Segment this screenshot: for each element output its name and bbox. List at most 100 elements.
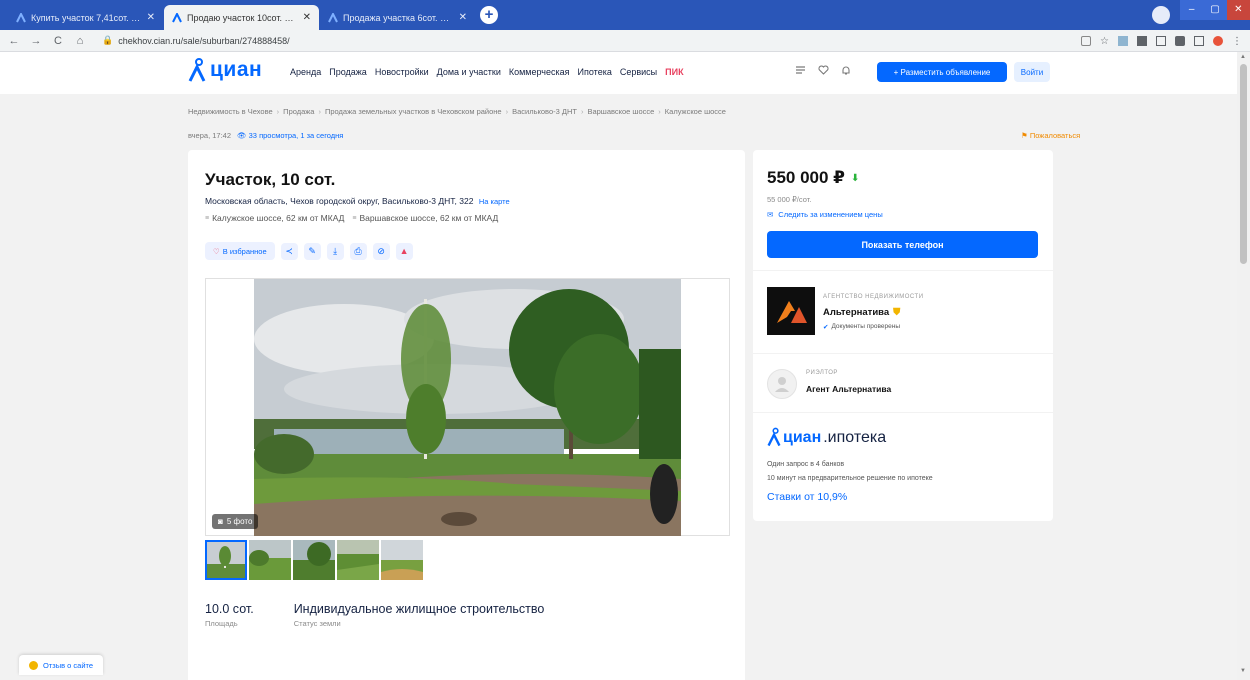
nav-item-new[interactable]: Новостройки [375, 67, 429, 77]
extension-icon[interactable] [1137, 35, 1147, 46]
fact-value: 10.0 сот. [205, 602, 254, 616]
cian-mortgage-logo[interactable]: циан .ипотека [767, 427, 886, 447]
edit-icon[interactable]: ✎ [303, 242, 321, 260]
thumbnail[interactable] [249, 540, 291, 580]
realtor-name[interactable]: Агент Альтернатива [806, 384, 891, 394]
browser-tabbar: Купить участок 7,41сот. Москов ✕ Продаю … [0, 0, 1250, 30]
pdf-icon[interactable]: ▲ [395, 242, 413, 260]
close-tab-icon[interactable]: ✕ [147, 12, 155, 23]
realtor-avatar[interactable] [767, 369, 797, 399]
breadcrumb-item[interactable]: Недвижимость в Чехове [188, 107, 273, 116]
place-ad-button[interactable]: + Разместить объявление [877, 62, 1007, 82]
views-text: 33 просмотра, 1 за сегодня [248, 131, 344, 140]
share-icon[interactable] [1081, 35, 1092, 46]
scroll-up-icon[interactable]: ▲ [1240, 54, 1246, 60]
price-card: 550 000 ₽ ⬇ 55 000 ₽/сот. ✉ Следить за и… [753, 150, 1053, 270]
lock-icon: 🔒 [102, 35, 114, 45]
nav-item-mortgage[interactable]: Ипотека [578, 67, 612, 77]
agency-card: АГЕНТСТВО НЕДВИЖИМОСТИ Альтернатива ⛊ ✔ … [753, 271, 1053, 353]
publish-date: вчера, 17:42 [188, 131, 232, 140]
back-icon[interactable]: ← [8, 35, 20, 47]
address-bar[interactable]: 🔒 chekhov.cian.ru/sale/suburban/27488845… [102, 35, 290, 46]
breadcrumb-item[interactable]: Продажа [283, 107, 314, 116]
hide-icon[interactable]: ⊘ [372, 242, 390, 260]
extension-icon[interactable] [1213, 35, 1223, 46]
breadcrumb-item[interactable]: Калужское шоссе [665, 107, 726, 116]
extension-icon[interactable] [1156, 35, 1166, 46]
main-photo[interactable] [254, 279, 681, 536]
photo-gallery[interactable]: ◙ 5 фото [205, 278, 730, 536]
on-map-link[interactable]: На карте [479, 197, 510, 206]
close-window-icon[interactable]: ✕ [1226, 0, 1250, 20]
breadcrumb-separator: › [580, 107, 584, 116]
cian-logo[interactable]: циан [188, 58, 262, 82]
browser-tab-2[interactable]: Продаю участок 10сот. Москов ✕ [164, 5, 319, 30]
listing-actions: ♡ В избранное ≺ ✎ ⤓ ⎙ ⊘ ▲ [205, 242, 413, 260]
verified-icon: ✔ [823, 324, 829, 331]
maximize-icon[interactable]: ▢ [1203, 0, 1226, 20]
minimize-icon[interactable]: – [1180, 0, 1203, 20]
complain-link[interactable]: ⚑ Пожаловаться [1021, 131, 1080, 140]
puzzle-icon[interactable] [1175, 35, 1185, 46]
agency-name-row[interactable]: Альтернатива ⛊ [823, 307, 900, 318]
favorite-label: В избранное [222, 246, 267, 256]
price-down-icon[interactable]: ⬇ [851, 173, 859, 184]
documents-verified: ✔ Документы проверены [823, 323, 900, 331]
scroll-down-icon[interactable]: ▼ [1240, 668, 1246, 674]
nav-item-pik[interactable]: ПИК [665, 67, 683, 77]
bell-icon[interactable] [841, 65, 851, 75]
nav-item-rent[interactable]: Аренда [290, 67, 321, 77]
heart-icon[interactable] [818, 65, 829, 75]
extension-icon[interactable] [1118, 35, 1128, 46]
reload-icon[interactable]: C [52, 35, 64, 47]
watch-price-link[interactable]: ✉ Следить за изменением цены [767, 210, 883, 219]
browser-tab-1[interactable]: Купить участок 7,41сот. Москов ✕ [8, 5, 163, 30]
share-icon[interactable]: ≺ [280, 242, 298, 260]
photo-count-badge[interactable]: ◙ 5 фото [212, 514, 259, 529]
window-controls: – ▢ ✕ [1180, 0, 1250, 20]
breadcrumb-separator: › [276, 107, 280, 116]
show-phone-button[interactable]: Показать телефон [767, 231, 1038, 258]
home-icon[interactable]: ⌂ [74, 35, 86, 47]
breadcrumb-item[interactable]: Васильково-3 ДНТ [512, 107, 577, 116]
tab-title: Купить участок 7,41сот. Москов [31, 12, 142, 23]
login-button[interactable]: Войти [1014, 62, 1050, 82]
thumbnail-image [381, 540, 423, 580]
thumbnail[interactable] [293, 540, 335, 580]
nav-item-commercial[interactable]: Коммерческая [509, 67, 570, 77]
download-icon[interactable]: ⤓ [326, 242, 344, 260]
views-link[interactable]: 👁 33 просмотра, 1 за сегодня [237, 131, 343, 140]
page-scrollbar[interactable]: ▲ ▼ [1237, 52, 1250, 680]
feedback-button[interactable]: Отзыв о сайте [19, 655, 104, 675]
breadcrumb-item[interactable]: Варшавское шоссе [587, 107, 654, 116]
highway-text: Варшавское шоссе, 62 км от МКАД [359, 213, 499, 223]
breadcrumb-item[interactable]: Продажа земельных участков в Чеховском р… [325, 107, 502, 116]
add-to-favorites-button[interactable]: ♡ В избранное [205, 242, 275, 260]
new-tab-button[interactable]: + [480, 6, 498, 24]
highway-icon: ≡ [352, 214, 357, 222]
mortgage-card: циан .ипотека Один запрос в 4 банков 10 … [753, 413, 1053, 521]
print-icon[interactable]: ⎙ [349, 242, 367, 260]
thumbnail[interactable] [337, 540, 379, 580]
complain-text: Пожаловаться [1029, 131, 1081, 140]
menu-icon[interactable]: ⋮ [1232, 36, 1242, 47]
profile-icon[interactable] [1152, 6, 1170, 24]
nav-item-services[interactable]: Сервисы [620, 67, 657, 77]
sidebar-icon[interactable] [1194, 35, 1204, 46]
nav-item-sale[interactable]: Продажа [329, 67, 367, 77]
mortgage-logo-b: .ипотека [823, 429, 887, 446]
highway-icon: ≡ [205, 214, 210, 222]
thumbnail[interactable] [381, 540, 423, 580]
browser-tab-3[interactable]: Продажа участка 6сот. Москов ✕ [320, 5, 475, 30]
star-icon[interactable]: ☆ [1100, 36, 1109, 47]
close-tab-icon[interactable]: ✕ [459, 12, 467, 23]
close-tab-icon[interactable]: ✕ [303, 12, 311, 23]
nav-item-houses[interactable]: Дома и участки [437, 67, 501, 77]
mortgage-rates-link[interactable]: Ставки от 10,9% [767, 491, 847, 503]
forward-icon[interactable]: → [30, 35, 42, 47]
compare-icon[interactable] [795, 65, 806, 75]
scrollbar-thumb[interactable] [1240, 64, 1247, 264]
fact-area: 10.0 сот. Площадь [205, 602, 254, 628]
thumbnail[interactable] [205, 540, 247, 580]
agency-logo[interactable] [767, 287, 815, 335]
